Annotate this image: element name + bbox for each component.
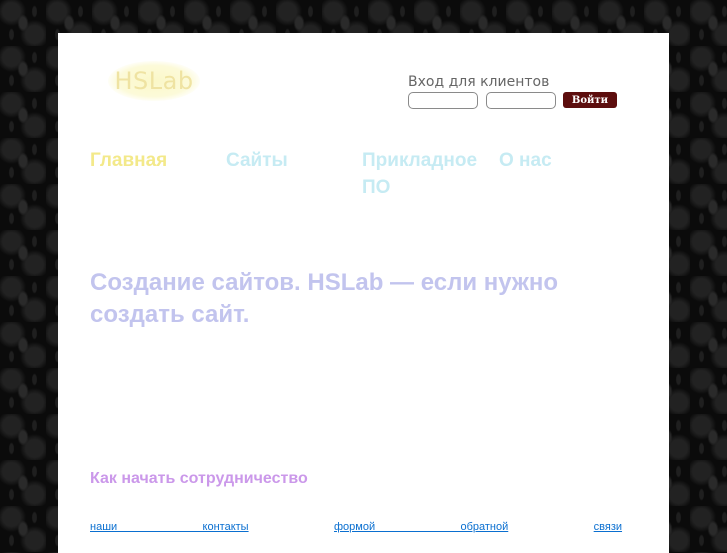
login-field[interactable] (408, 92, 478, 109)
nav-item-home[interactable]: Главная (90, 147, 167, 174)
login-button[interactable]: Войти (563, 92, 617, 108)
nav-item-sites[interactable]: Сайты (226, 147, 288, 174)
page-headline: Создание сайтов. HSLab — если нужно созд… (90, 269, 559, 328)
page-container: HSLab Вход для клиентов Войти Главная Са… (58, 33, 669, 553)
feedback-form-link-cont[interactable]: связи (594, 521, 622, 533)
client-login-label: Вход для клиентов (408, 74, 550, 90)
section-heading: Как начать сотрудничество (90, 470, 308, 487)
nav-item-about[interactable]: О нас (499, 147, 552, 174)
site-logo[interactable]: HSLab (108, 61, 200, 101)
logo-text: HSLab (114, 67, 194, 95)
feedback-form-link[interactable]: формой обратной (334, 521, 508, 533)
cooperation-paragraph: наши контакты формой обратной связи (90, 519, 622, 535)
password-field[interactable] (486, 92, 556, 109)
contacts-link[interactable]: наши контакты (90, 521, 249, 533)
nav-item-software[interactable]: Прикладное ПО (362, 147, 492, 201)
